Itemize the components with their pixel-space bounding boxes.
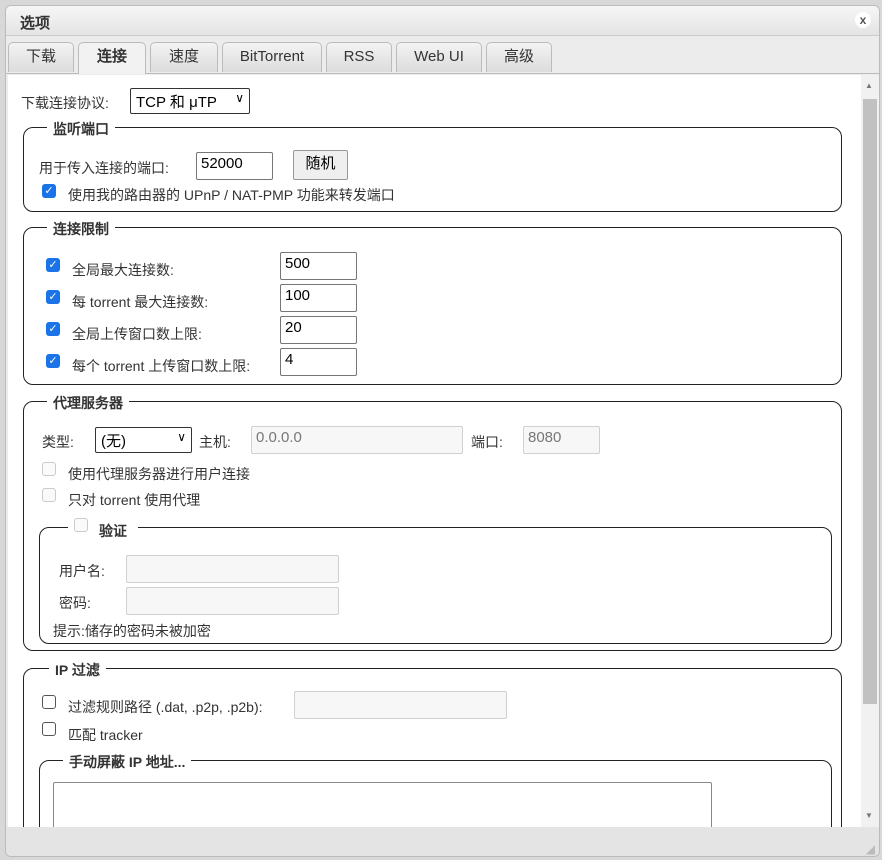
- ip-filter-trackers-label: 匹配 tracker: [68, 727, 143, 743]
- upnp-label: 使用我的路由器的 UPnP / NAT-PMP 功能来转发端口: [68, 187, 395, 203]
- auth-legend: 验证: [99, 523, 127, 539]
- tab-downloads[interactable]: 下载: [8, 42, 74, 72]
- connection-limits-legend: 连接限制: [47, 219, 115, 239]
- scroll-up-icon[interactable]: ▲: [865, 81, 873, 90]
- banned-ips-legend: 手动屏蔽 IP 地址...: [63, 752, 192, 772]
- global-upload-slots-input[interactable]: 20: [280, 316, 357, 344]
- tab-bar: 下载 连接 速度 BitTorrent RSS Web UI 高级: [6, 42, 879, 74]
- password-label: 密码:: [59, 595, 91, 611]
- per-torrent-max-input[interactable]: 100: [280, 284, 357, 312]
- proxy-legend: 代理服务器: [47, 393, 129, 413]
- proxy-port-label: 端口:: [471, 434, 503, 450]
- global-upload-slots-checkbox[interactable]: ✓: [46, 322, 60, 336]
- ip-filter-path-input[interactable]: [294, 691, 507, 719]
- listen-port-legend: 监听端口: [47, 119, 115, 139]
- proxy-only-torrents-checkbox[interactable]: [42, 488, 56, 502]
- ip-filter-checkbox[interactable]: [42, 695, 56, 709]
- options-dialog: 选项 x 下载 连接 速度 BitTorrent RSS Web UI 高级 下…: [5, 5, 880, 857]
- tab-advanced[interactable]: 高级: [486, 42, 552, 72]
- protocol-value: TCP 和 μTP: [136, 94, 217, 111]
- dialog-footer: ◢: [6, 827, 879, 856]
- tab-connection[interactable]: 连接: [78, 42, 146, 74]
- limit-label: 全局最大连接数:: [72, 262, 174, 278]
- limit-label: 每 torrent 最大连接数:: [72, 294, 209, 310]
- port-input[interactable]: 52000: [196, 152, 273, 180]
- tab-speed[interactable]: 速度: [150, 42, 218, 72]
- dialog-title-bar[interactable]: 选项 x: [6, 6, 879, 36]
- scrollbar-thumb[interactable]: [863, 99, 877, 704]
- proxy-peer-checkbox[interactable]: [42, 462, 56, 476]
- chevron-down-icon: ∨: [177, 430, 186, 444]
- proxy-only-torrents-label: 只对 torrent 使用代理: [68, 492, 201, 508]
- global-max-input[interactable]: 500: [280, 252, 357, 280]
- ip-filter-trackers-checkbox[interactable]: [42, 722, 56, 736]
- username-input[interactable]: [126, 555, 339, 583]
- limit-label: 每个 torrent 上传窗口数上限:: [72, 358, 251, 374]
- port-label: 用于传入连接的端口:: [39, 160, 169, 176]
- proxy-type-label: 类型:: [42, 434, 74, 450]
- host-input[interactable]: 0.0.0.0: [251, 426, 463, 454]
- username-label: 用户名:: [59, 563, 105, 579]
- scrollbar[interactable]: ▲ ▼: [861, 75, 879, 827]
- auth-checkbox[interactable]: [74, 518, 88, 532]
- protocol-label: 下载连接协议:: [21, 95, 109, 111]
- proxy-type-select[interactable]: (无) ∨: [95, 427, 192, 453]
- password-hint: 提示:储存的密码未被加密: [53, 623, 211, 639]
- random-port-button[interactable]: 随机: [293, 150, 348, 180]
- tab-rss[interactable]: RSS: [326, 42, 392, 72]
- banned-ips-textarea[interactable]: [53, 782, 712, 827]
- global-max-checkbox[interactable]: ✓: [46, 258, 60, 272]
- tab-webui[interactable]: Web UI: [396, 42, 482, 72]
- ip-filter-path-label: 过滤规则路径 (.dat, .p2p, .p2b):: [68, 699, 263, 715]
- proxy-peer-label: 使用代理服务器进行用户连接: [68, 466, 250, 482]
- host-label: 主机:: [199, 434, 231, 450]
- connection-settings: 下载连接协议: TCP 和 μTP ∨ 监听端口 用于传入连接的端口: 52000…: [8, 75, 861, 827]
- tab-bittorrent[interactable]: BitTorrent: [222, 42, 322, 72]
- close-icon[interactable]: x: [855, 12, 871, 28]
- per-torrent-max-checkbox[interactable]: ✓: [46, 290, 60, 304]
- proxy-type-value: (无): [101, 433, 126, 450]
- scroll-down-icon[interactable]: ▼: [865, 811, 873, 820]
- proxy-port-input[interactable]: 8080: [523, 426, 600, 454]
- per-torrent-upload-slots-input[interactable]: 4: [280, 348, 357, 376]
- resize-grip-icon[interactable]: ◢: [866, 842, 875, 856]
- dialog-title: 选项: [20, 15, 51, 32]
- upnp-checkbox[interactable]: ✓: [42, 184, 56, 198]
- chevron-down-icon: ∨: [235, 91, 244, 105]
- per-torrent-upload-slots-checkbox[interactable]: ✓: [46, 354, 60, 368]
- limit-label: 全局上传窗口数上限:: [72, 326, 202, 342]
- ip-filter-legend: IP 过滤: [49, 660, 106, 680]
- password-input[interactable]: [126, 587, 339, 615]
- protocol-select[interactable]: TCP 和 μTP ∨: [130, 88, 250, 114]
